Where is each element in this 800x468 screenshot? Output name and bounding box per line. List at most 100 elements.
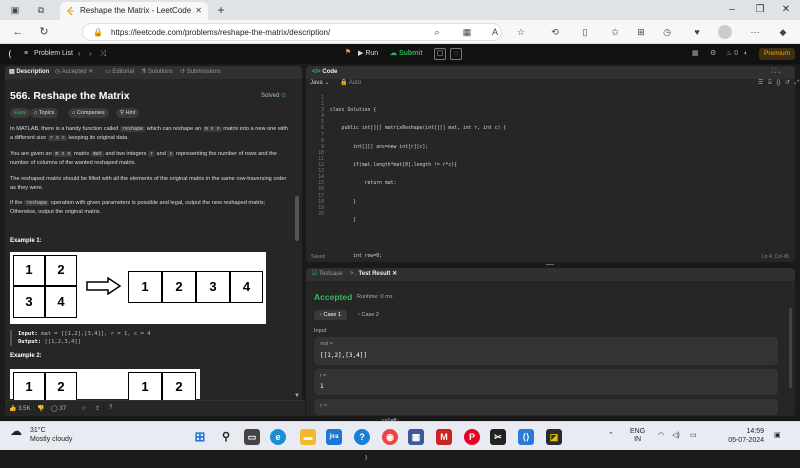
clock[interactable]: 14:59 05-07-2024 xyxy=(720,427,764,445)
matrix-cell: 3 xyxy=(13,286,45,318)
zoom-icon[interactable]: ⌕ xyxy=(430,25,444,39)
edge-copilot-icon[interactable]: ◆ xyxy=(776,25,790,39)
arrow-right-icon xyxy=(86,277,122,295)
windows-start-icon[interactable]: ⊞ xyxy=(192,429,208,445)
fire-icon[interactable]: ♨ 0 xyxy=(726,48,738,60)
tab-test-result[interactable]: >_ Test Result ✕ xyxy=(350,268,397,281)
timer-icon[interactable]: ◌ xyxy=(450,48,462,60)
leetcode-home-icon[interactable]: ⟨ xyxy=(8,49,18,59)
browser-tab-bar: ▣ ⧉ Reshape the Matrix - LeetCode ✕ + – … xyxy=(0,0,800,20)
premium-button[interactable]: Premium xyxy=(759,48,795,60)
browser-tab-active[interactable]: Reshape the Matrix - LeetCode ✕ xyxy=(60,2,208,20)
p2-text-b: matrix xyxy=(73,151,90,157)
language-select[interactable]: Java ⌄ xyxy=(310,79,329,86)
wifi-icon[interactable]: ◠ xyxy=(658,432,664,440)
history-icon[interactable]: ◷ xyxy=(660,25,674,39)
weather-widget[interactable]: ☁ 31°C Mostly cloudy xyxy=(10,425,72,444)
result-scrollbar[interactable] xyxy=(789,308,792,388)
sticky-app-icon[interactable]: ◪ xyxy=(546,429,562,445)
workspaces-icon[interactable]: ⧉ xyxy=(34,3,48,17)
cursor-position: Ln 4, Col 45 xyxy=(762,254,789,260)
copilot-icon[interactable]: ♥ xyxy=(690,25,704,39)
code-line: int row=0; xyxy=(330,254,382,260)
capcut-icon[interactable]: ✂ xyxy=(490,429,506,445)
settings-icon[interactable]: ⚙ xyxy=(710,48,716,60)
description-scrollbar[interactable] xyxy=(295,196,299,241)
description-paragraph-2: You are given an m x n matrix mat and tw… xyxy=(10,150,290,168)
extensions-icon[interactable]: ⟲ xyxy=(548,25,562,39)
scroll-down-icon[interactable]: ▼ xyxy=(294,393,300,399)
tab-description[interactable]: ▤ Description xyxy=(9,66,49,79)
debug-icon[interactable]: ⚑ xyxy=(342,48,354,60)
share-icon[interactable]: ⇪ xyxy=(95,405,100,412)
problem-nav-arrows[interactable]: ‹ › ⤨ xyxy=(78,48,106,60)
help-icon[interactable]: ? xyxy=(109,405,112,411)
search-icon[interactable]: ⚲ xyxy=(218,429,234,445)
help-app-icon[interactable]: ? xyxy=(354,429,370,445)
file-explorer-icon[interactable]: ▬ xyxy=(300,429,316,445)
volume-icon[interactable]: ◁) xyxy=(672,432,680,440)
grid-icon[interactable]: ▦ xyxy=(460,25,474,39)
comments-button[interactable]: ◯ 37 xyxy=(51,405,66,412)
p1-code-rxc: r x c xyxy=(47,135,67,141)
hint-chip[interactable]: ⚲ Hint xyxy=(116,108,140,118)
star-icon[interactable]: ☆ xyxy=(81,405,86,412)
code-line: } xyxy=(330,199,356,205)
example-1-output: [[1,2,3,4]] xyxy=(44,339,81,345)
problem-list-button[interactable]: ≡ Problem List xyxy=(24,48,73,60)
companies-label: Companies xyxy=(76,110,105,116)
chrome-icon[interactable]: ◉ xyxy=(382,429,398,445)
difficulty-badge: Easy xyxy=(10,108,31,118)
tab-editorial[interactable]: ▭ Editorial xyxy=(105,66,134,79)
back-button[interactable]: ← xyxy=(10,24,26,40)
more-icon[interactable]: ⋯ xyxy=(748,25,762,39)
battery-icon[interactable]: ▭ xyxy=(690,432,697,440)
tab-close-icon[interactable]: ✕ xyxy=(195,2,202,20)
p2-code-mxn: m x n xyxy=(53,151,73,157)
submit-button[interactable]: ☁ Submit xyxy=(390,48,423,60)
collections-icon[interactable]: ⊞ xyxy=(634,25,648,39)
refresh-button[interactable]: ↻ xyxy=(36,24,52,40)
editor-actions[interactable]: ☰ ⌸ {} ↺ ⤢ xyxy=(758,79,799,87)
new-tab-button[interactable]: + xyxy=(213,2,229,18)
minimize-button[interactable]: – xyxy=(720,3,744,17)
language-indicator[interactable]: ENG IN xyxy=(630,428,645,444)
dislike-button[interactable]: 👎 xyxy=(37,405,44,412)
p2-text-d: and xyxy=(156,151,166,157)
favorites-bar-icon[interactable]: ✩ xyxy=(608,25,622,39)
layout-icon[interactable]: ▦ xyxy=(692,48,699,60)
auto-toggle[interactable]: 🔒 Auto xyxy=(340,79,361,86)
favorite-icon[interactable]: ☆ xyxy=(514,25,528,39)
task-view-icon[interactable]: ▭ xyxy=(244,429,260,445)
notes-icon[interactable]: ▢ xyxy=(434,48,446,60)
store-icon[interactable]: ▦ xyxy=(408,429,424,445)
like-button[interactable]: 👍 3.5K xyxy=(9,405,31,412)
jira-icon[interactable]: jira xyxy=(326,429,342,445)
tray-overflow-icon[interactable]: ⌃ xyxy=(608,432,614,440)
case-2-tab[interactable]: • Case 2 xyxy=(352,310,385,320)
vscode-icon[interactable]: ⟨⟩ xyxy=(518,429,534,445)
case-1-tab[interactable]: • Case 1 xyxy=(314,310,347,320)
maximize-button[interactable]: ❐ xyxy=(748,3,772,17)
browser-menu-icon[interactable]: ▣ xyxy=(8,3,22,17)
split-screen-icon[interactable]: ▯ xyxy=(578,25,592,39)
profile-avatar[interactable] xyxy=(718,25,732,39)
output-label: Output: xyxy=(18,339,42,345)
user-avatar[interactable]: ◐ xyxy=(744,48,748,60)
tab-submissions[interactable]: ↺ Submissions xyxy=(180,66,221,79)
tab-testcase[interactable]: ☑ Testcase xyxy=(312,268,343,281)
panel-resize-handle[interactable] xyxy=(546,264,554,265)
edge-icon[interactable]: e xyxy=(270,429,286,445)
tab-accepted[interactable]: ◷ Accepted ✕ xyxy=(55,66,93,79)
notifications-icon[interactable]: ▣ xyxy=(774,432,781,440)
mcafee-icon[interactable]: M xyxy=(436,429,452,445)
tab-solutions[interactable]: ⚗ Solutions xyxy=(141,66,173,79)
runtime-text: Runtime: 0 ms xyxy=(357,294,393,300)
example-2-heading: Example 2: xyxy=(10,353,42,359)
run-button[interactable]: ▶ Run xyxy=(358,48,378,60)
topics-chip[interactable]: ⌂ Topics xyxy=(30,108,59,118)
close-window-button[interactable]: ✕ xyxy=(774,3,798,17)
companies-chip[interactable]: ⌂ Companies xyxy=(68,108,109,118)
read-aloud-icon[interactable]: A xyxy=(488,25,502,39)
pinterest-icon[interactable]: P xyxy=(464,429,480,445)
